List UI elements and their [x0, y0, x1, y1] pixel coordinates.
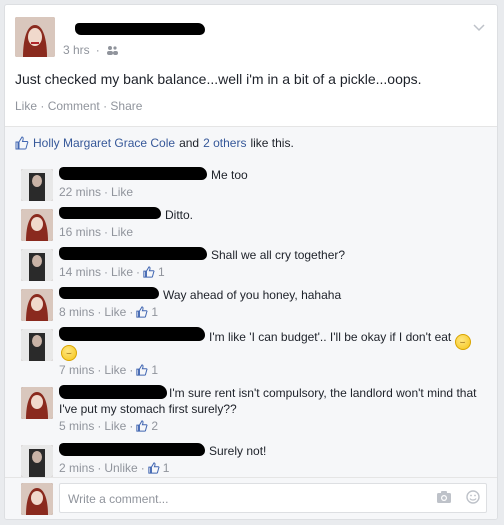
commenter-name-redacted[interactable] [59, 443, 205, 456]
divider [5, 477, 497, 478]
comment-item: Shall we all cry together? 14 mins · Lik… [15, 245, 485, 283]
viewer-avatar [21, 483, 53, 515]
post-actions: Like · Comment · Share [15, 99, 143, 113]
post-time[interactable]: 3 hrs [63, 43, 90, 57]
comment-time[interactable]: 16 mins [59, 225, 101, 239]
post-header: 3 hrs · [15, 17, 485, 61]
comments-section: Me too 22 mins · Like Ditto. 16 mins · L… [5, 159, 497, 519]
commenter-avatar[interactable] [21, 289, 53, 321]
composer-icons [436, 490, 480, 504]
thumbs-up-icon [143, 266, 155, 278]
post-text: Just checked my bank balance...well i'm … [15, 71, 422, 87]
comment-text: Shall we all cry together? [211, 248, 346, 262]
comment-meta: 2 mins · Unlike · 1 [59, 461, 170, 475]
commenter-name-redacted[interactable] [59, 247, 207, 260]
comment-item: I'm sure rent isn't compulsory, the land… [15, 383, 485, 437]
commenter-name-redacted[interactable] [59, 287, 159, 299]
grinning-emoji-icon: ⌣ [454, 334, 471, 350]
like-link[interactable]: Like [15, 99, 37, 113]
commenter-avatar[interactable] [21, 249, 53, 281]
commenter-avatar[interactable] [21, 329, 53, 361]
thumbs-up-icon [15, 136, 29, 150]
comment-text: Way ahead of you honey, hahaha [163, 288, 342, 302]
comment-item: Me too 22 mins · Like [15, 165, 485, 203]
thumbs-up-icon [136, 364, 148, 376]
comment-like-link[interactable]: Like [111, 225, 133, 239]
comment-composer: Write a comment... [15, 481, 487, 515]
thumbs-up-icon [136, 306, 148, 318]
post-meta: 3 hrs · [63, 43, 118, 57]
chevron-down-icon[interactable] [473, 19, 485, 35]
comment-text: Ditto. [165, 208, 194, 222]
grinning-emoji-icon: ⌣ [61, 345, 77, 361]
comment-text: I'm sure rent isn't compulsory, the land… [59, 386, 477, 416]
comment-item: Surely not! 2 mins · Unlike · 1 [15, 441, 485, 479]
commenter-name-redacted[interactable] [59, 167, 207, 180]
comment-text: I'm like 'I can budget'.. I'll be okay i… [209, 329, 485, 350]
comment-like-link[interactable]: Like [111, 265, 133, 279]
author-name-redacted[interactable] [75, 23, 205, 35]
facebook-post-card: 3 hrs · Just checked my bank balance...w… [4, 4, 498, 520]
comment-item: Way ahead of you honey, hahaha 8 mins · … [15, 285, 485, 323]
comment-meta: 14 mins · Like · 1 [59, 265, 165, 279]
comment-like-link[interactable]: Like [104, 305, 126, 319]
comment-meta: 22 mins · Like [59, 185, 134, 199]
comment-like-link[interactable]: Like [104, 363, 126, 377]
friends-icon[interactable] [106, 45, 118, 55]
comment-text: Surely not! [209, 444, 267, 458]
comment-item: Ditto. 16 mins · Like [15, 205, 485, 243]
comment-input-placeholder: Write a comment... [68, 492, 169, 506]
comment-link[interactable]: Comment [48, 99, 100, 113]
comment-time[interactable]: 5 mins [59, 419, 94, 433]
comment-like-count[interactable]: 1 [151, 363, 158, 377]
commenter-name-redacted[interactable] [59, 207, 161, 219]
commenter-avatar[interactable] [21, 445, 53, 477]
comment-meta: 8 mins · Like · 1 [59, 305, 159, 319]
author-avatar[interactable] [15, 17, 55, 57]
camera-icon[interactable] [436, 490, 452, 504]
liker-name-link[interactable]: Holly Margaret Grace Cole [33, 136, 175, 150]
likes-summary: Holly Margaret Grace Cole and 2 others l… [5, 127, 497, 159]
comment-like-link[interactable]: Like [104, 419, 126, 433]
commenter-avatar[interactable] [21, 209, 53, 241]
comment-unlike-link[interactable]: Unlike [104, 461, 137, 475]
comment-meta: 16 mins · Like [59, 225, 134, 239]
separator: · [95, 43, 100, 57]
others-link[interactable]: 2 others [203, 136, 246, 150]
comment-like-link[interactable]: Like [111, 185, 133, 199]
comment-time[interactable]: 7 mins [59, 363, 94, 377]
share-link[interactable]: Share [110, 99, 142, 113]
comment-like-count[interactable]: 1 [163, 461, 170, 475]
comment-time[interactable]: 8 mins [59, 305, 94, 319]
comment-time[interactable]: 14 mins [59, 265, 101, 279]
comment-text: Me too [211, 168, 248, 182]
comment-input[interactable]: Write a comment... [59, 483, 487, 513]
likes-and: and [179, 136, 200, 150]
comment-time[interactable]: 22 mins [59, 185, 101, 199]
comment-like-count[interactable]: 1 [151, 305, 158, 319]
commenter-avatar[interactable] [21, 387, 53, 419]
comment-like-count[interactable]: 2 [151, 419, 158, 433]
comment-time[interactable]: 2 mins [59, 461, 94, 475]
comment-item: I'm like 'I can budget'.. I'll be okay i… [15, 325, 485, 381]
comment-meta: 7 mins · Like · 1 [59, 363, 159, 377]
thumbs-up-icon [136, 420, 148, 432]
emoji-smiley-icon[interactable] [466, 490, 480, 504]
thumbs-up-icon [148, 462, 160, 474]
comment-like-count[interactable]: 1 [158, 265, 165, 279]
commenter-avatar[interactable] [21, 169, 53, 201]
comment-meta: 5 mins · Like · 2 [59, 419, 159, 433]
commenter-name-redacted[interactable] [59, 327, 205, 341]
likes-suffix: like this. [250, 136, 294, 150]
